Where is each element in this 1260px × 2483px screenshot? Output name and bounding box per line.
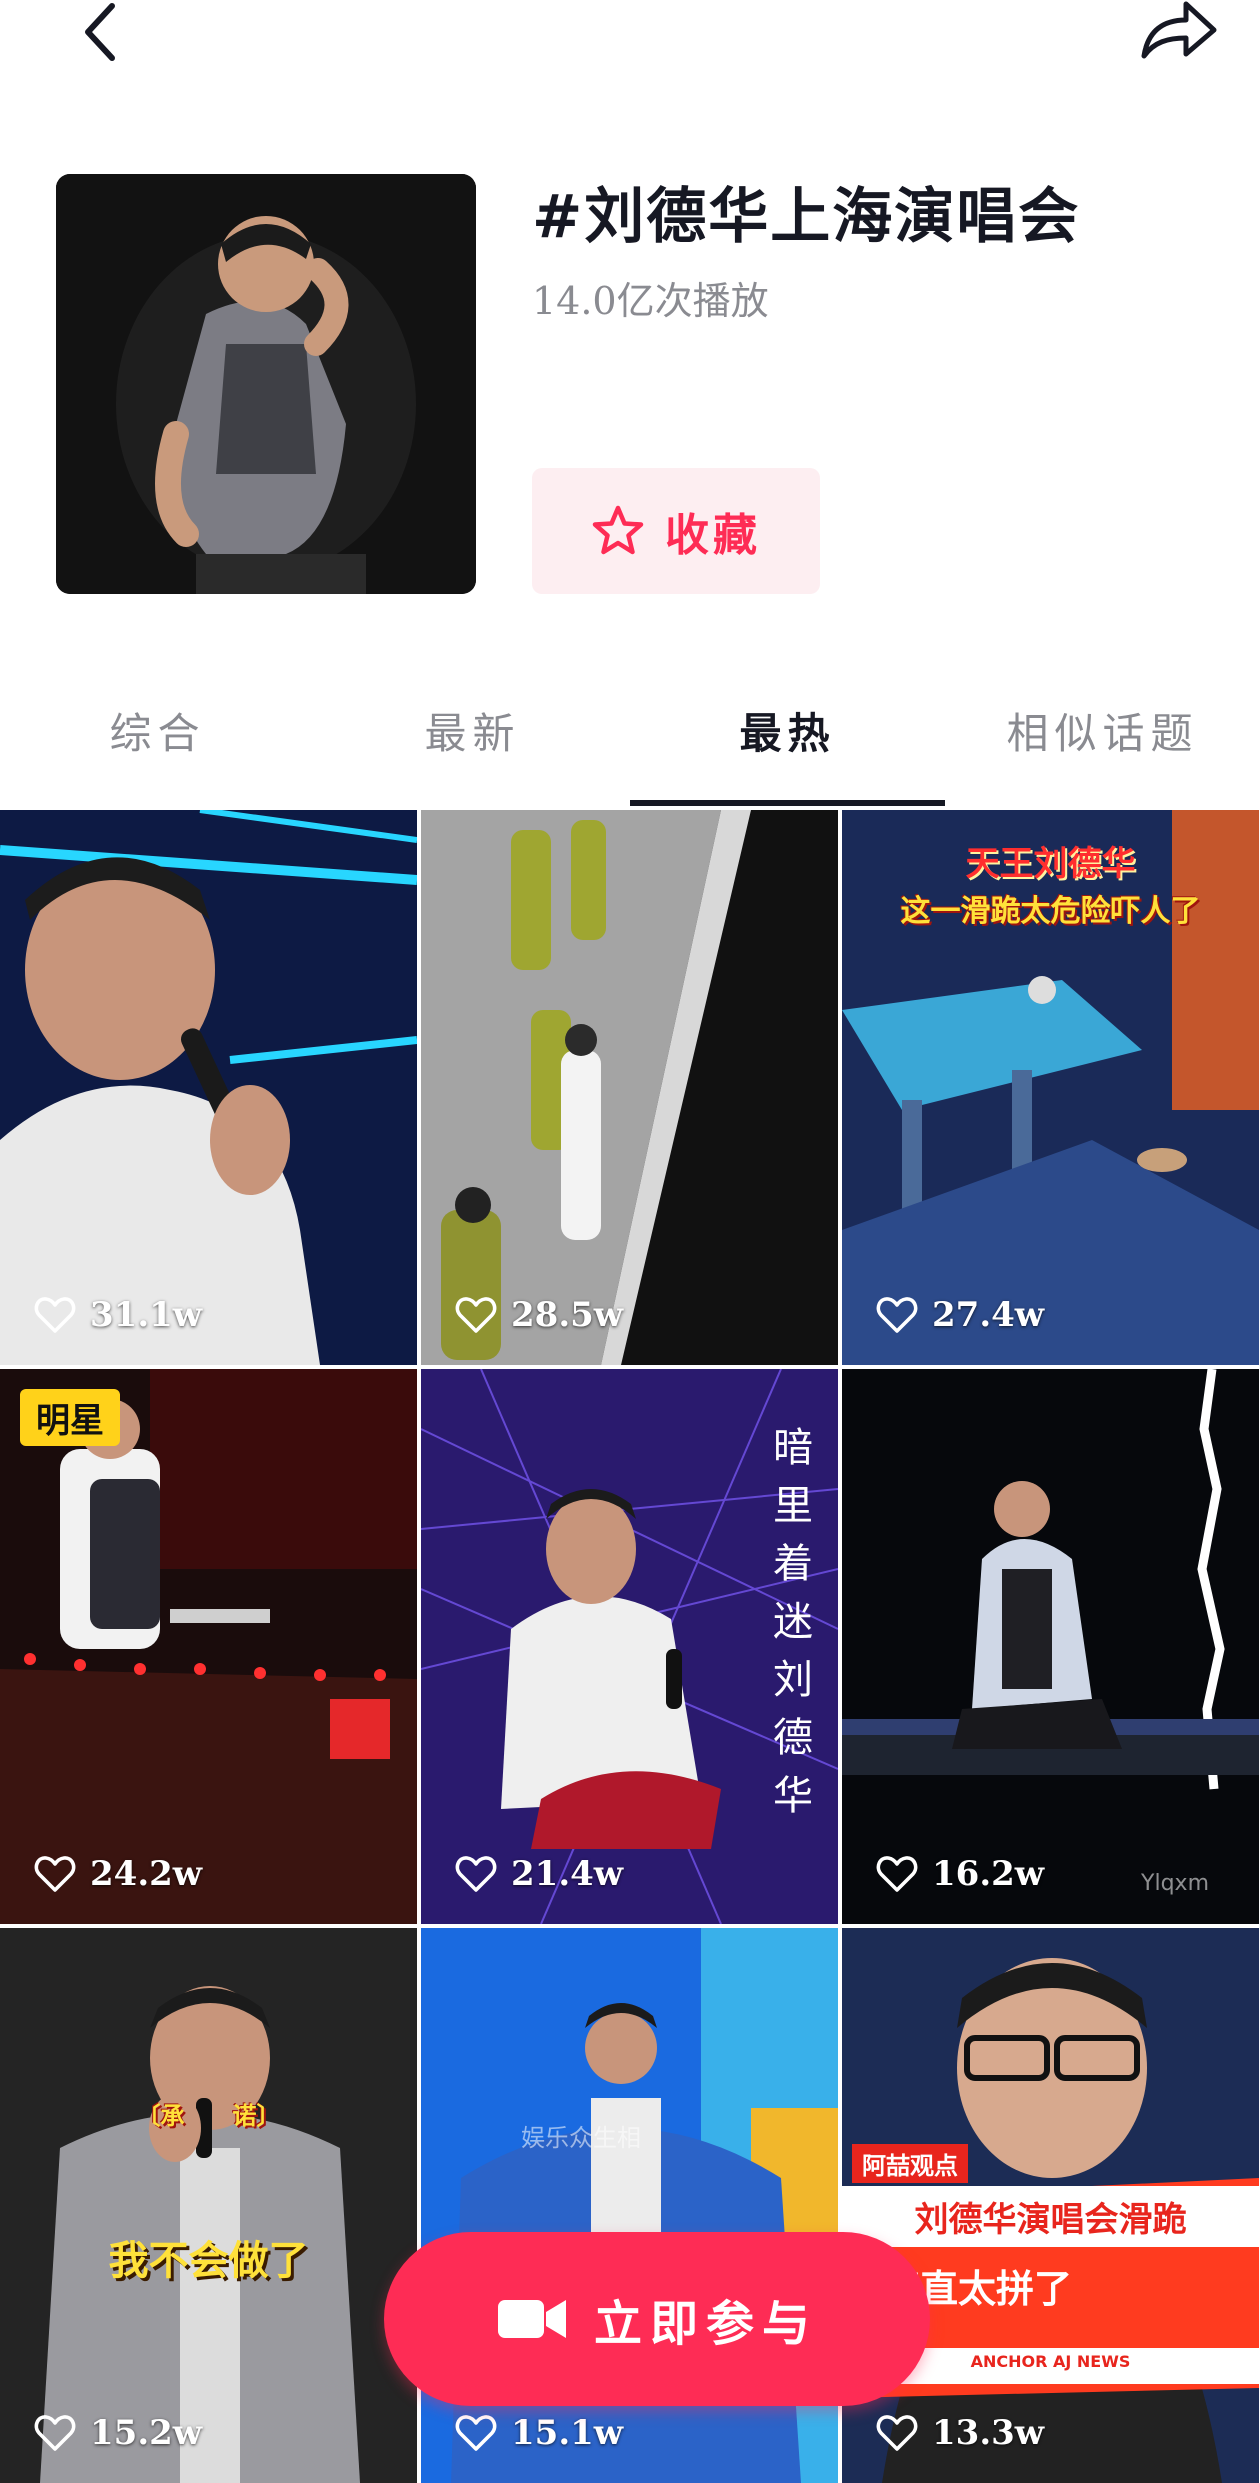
like-count: 21.4w <box>455 1854 623 1894</box>
back-button[interactable] <box>78 0 138 70</box>
like-count: 28.5w <box>455 1295 623 1335</box>
video-banner-line1: 刘德华演唱会滑跪 <box>842 2186 1259 2247</box>
heart-outline-icon <box>455 2415 497 2451</box>
like-count: 31.1w <box>34 1295 202 1335</box>
chevron-left-icon <box>85 3 115 61</box>
video-banner-tag: 阿喆观点 <box>852 2144 968 2183</box>
heart-outline-icon <box>34 1297 76 1333</box>
tab-latest[interactable]: 最新 <box>315 680 630 810</box>
favorite-label: 收藏 <box>665 510 761 561</box>
like-count: 24.2w <box>34 1854 202 1894</box>
heart-outline-icon <box>34 1856 76 1892</box>
heart-outline-icon <box>455 1856 497 1892</box>
video-caption-line1: 天王刘德华 <box>965 844 1136 884</box>
tab-comprehensive[interactable]: 综合 <box>0 680 315 810</box>
favorite-button[interactable]: 收藏 <box>532 468 820 594</box>
topic-title: #刘德华上海演唱会 <box>532 182 1081 252</box>
like-count: 15.1w <box>455 2413 623 2453</box>
tab-hottest[interactable]: 最热 <box>630 680 945 810</box>
video-caption-small: 〔承 诺〕 <box>136 2101 281 2130</box>
like-count: 16.2w <box>876 1854 1044 1894</box>
active-tab-indicator <box>630 800 945 806</box>
video-camera-icon <box>497 2300 566 2338</box>
video-thumbnail <box>842 1369 1259 1924</box>
heart-outline-icon <box>34 2415 76 2451</box>
video-card[interactable]: 暗里着迷 刘德华 21.4w <box>421 1369 838 1924</box>
share-arrow-icon <box>1141 1 1217 59</box>
video-caption-line2: 这一滑跪太危险吓人了 <box>900 894 1201 929</box>
video-card[interactable]: 阿喆观点 刘德华演唱会滑跪 简直太拼了 ANCHOR AJ NEWS 13.3w <box>842 1928 1259 2483</box>
video-thumbnail <box>0 810 417 1365</box>
join-now-button[interactable]: 立即参与 <box>384 2232 930 2406</box>
heart-outline-icon <box>455 1297 497 1333</box>
video-thumbnail <box>421 810 838 1365</box>
video-watermark: 娱乐众生相 <box>521 2124 641 2152</box>
heart-outline-icon <box>876 1856 918 1892</box>
video-card[interactable]: 31.1w <box>0 810 417 1365</box>
like-count: 15.2w <box>34 2413 202 2453</box>
video-card[interactable]: 〔承 诺〕 我不会做了 15.2w <box>0 1928 417 2483</box>
video-card[interactable]: 28.5w <box>421 810 838 1365</box>
topic-play-count: 14.0亿次播放 <box>532 279 769 323</box>
heart-outline-icon <box>876 1297 918 1333</box>
star-badge: 明星 <box>20 1389 120 1446</box>
video-vertical-caption: 暗里着迷 刘德华 <box>773 1425 813 1819</box>
video-card[interactable]: Ylqxm 16.2w <box>842 1369 1259 1924</box>
tab-similar-topics[interactable]: 相似话题 <box>945 680 1260 810</box>
video-thumbnail <box>0 1928 417 2483</box>
video-caption-main: 我不会做了 <box>108 2237 309 2284</box>
heart-outline-icon <box>876 2415 918 2451</box>
join-now-label: 立即参与 <box>593 2296 818 2352</box>
video-card[interactable]: 天王刘德华 这一滑跪太危险吓人了 27.4w <box>842 810 1259 1365</box>
like-count: 13.3w <box>876 2413 1044 2453</box>
video-watermark: Ylqxm <box>1141 1871 1209 1896</box>
tab-bar: 综合 最新 最热 相似话题 <box>0 680 1260 810</box>
star-outline-icon <box>592 505 644 555</box>
topic-cover-image <box>56 174 476 594</box>
like-count: 27.4w <box>876 1295 1044 1335</box>
video-card[interactable]: 明星 24.2w <box>0 1369 417 1924</box>
video-thumbnail <box>0 1369 417 1924</box>
share-button[interactable] <box>1138 0 1218 70</box>
